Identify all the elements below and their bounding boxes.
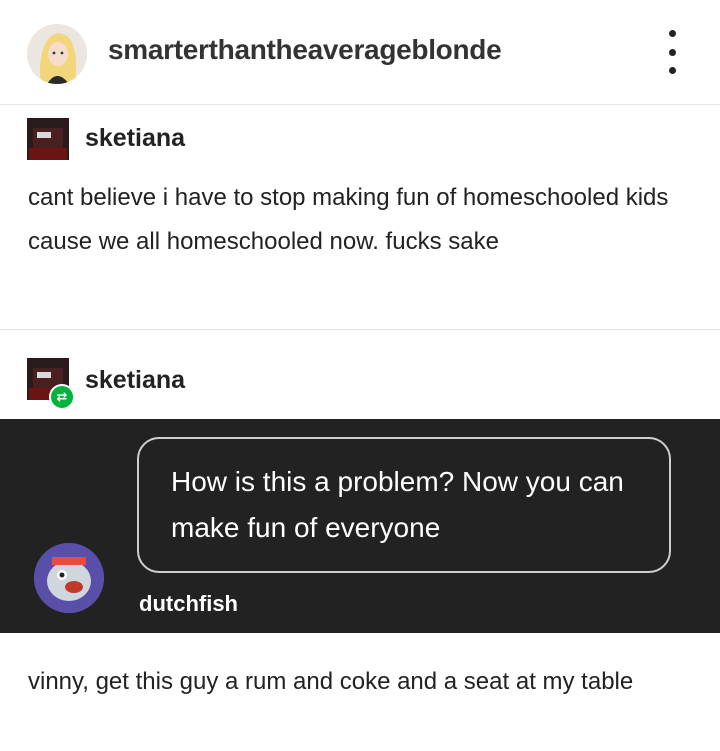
more-vertical-icon[interactable] [660, 30, 684, 74]
quote-author-name[interactable]: dutchfish [139, 591, 238, 617]
author-name[interactable]: sketiana [85, 366, 185, 395]
quote-author-avatar[interactable] [34, 543, 104, 613]
dot-icon [668, 48, 676, 56]
blog-name[interactable]: smarterthantheaverageblonde [108, 34, 502, 66]
post2-header: ⇄ sketiana [27, 358, 427, 410]
dot-icon [668, 30, 676, 37]
quote-text: How is this a problem? Now you can make … [171, 466, 624, 543]
author-avatar[interactable] [27, 118, 69, 160]
post-body: vinny, get this guy a rum and coke and a… [28, 668, 634, 695]
post-body: cant believe i have to stop making fun o… [28, 184, 669, 255]
reblog-icon: ⇄ [49, 384, 75, 410]
divider [0, 329, 720, 330]
post-header: smarterthantheaverageblonde [0, 0, 720, 105]
dot-icon [668, 67, 676, 74]
post1-header: sketiana [27, 118, 427, 162]
author-name[interactable]: sketiana [85, 124, 185, 153]
speech-bubble: How is this a problem? Now you can make … [137, 437, 671, 573]
blog-avatar[interactable] [27, 24, 87, 84]
quoted-post-panel: How is this a problem? Now you can make … [0, 419, 720, 633]
